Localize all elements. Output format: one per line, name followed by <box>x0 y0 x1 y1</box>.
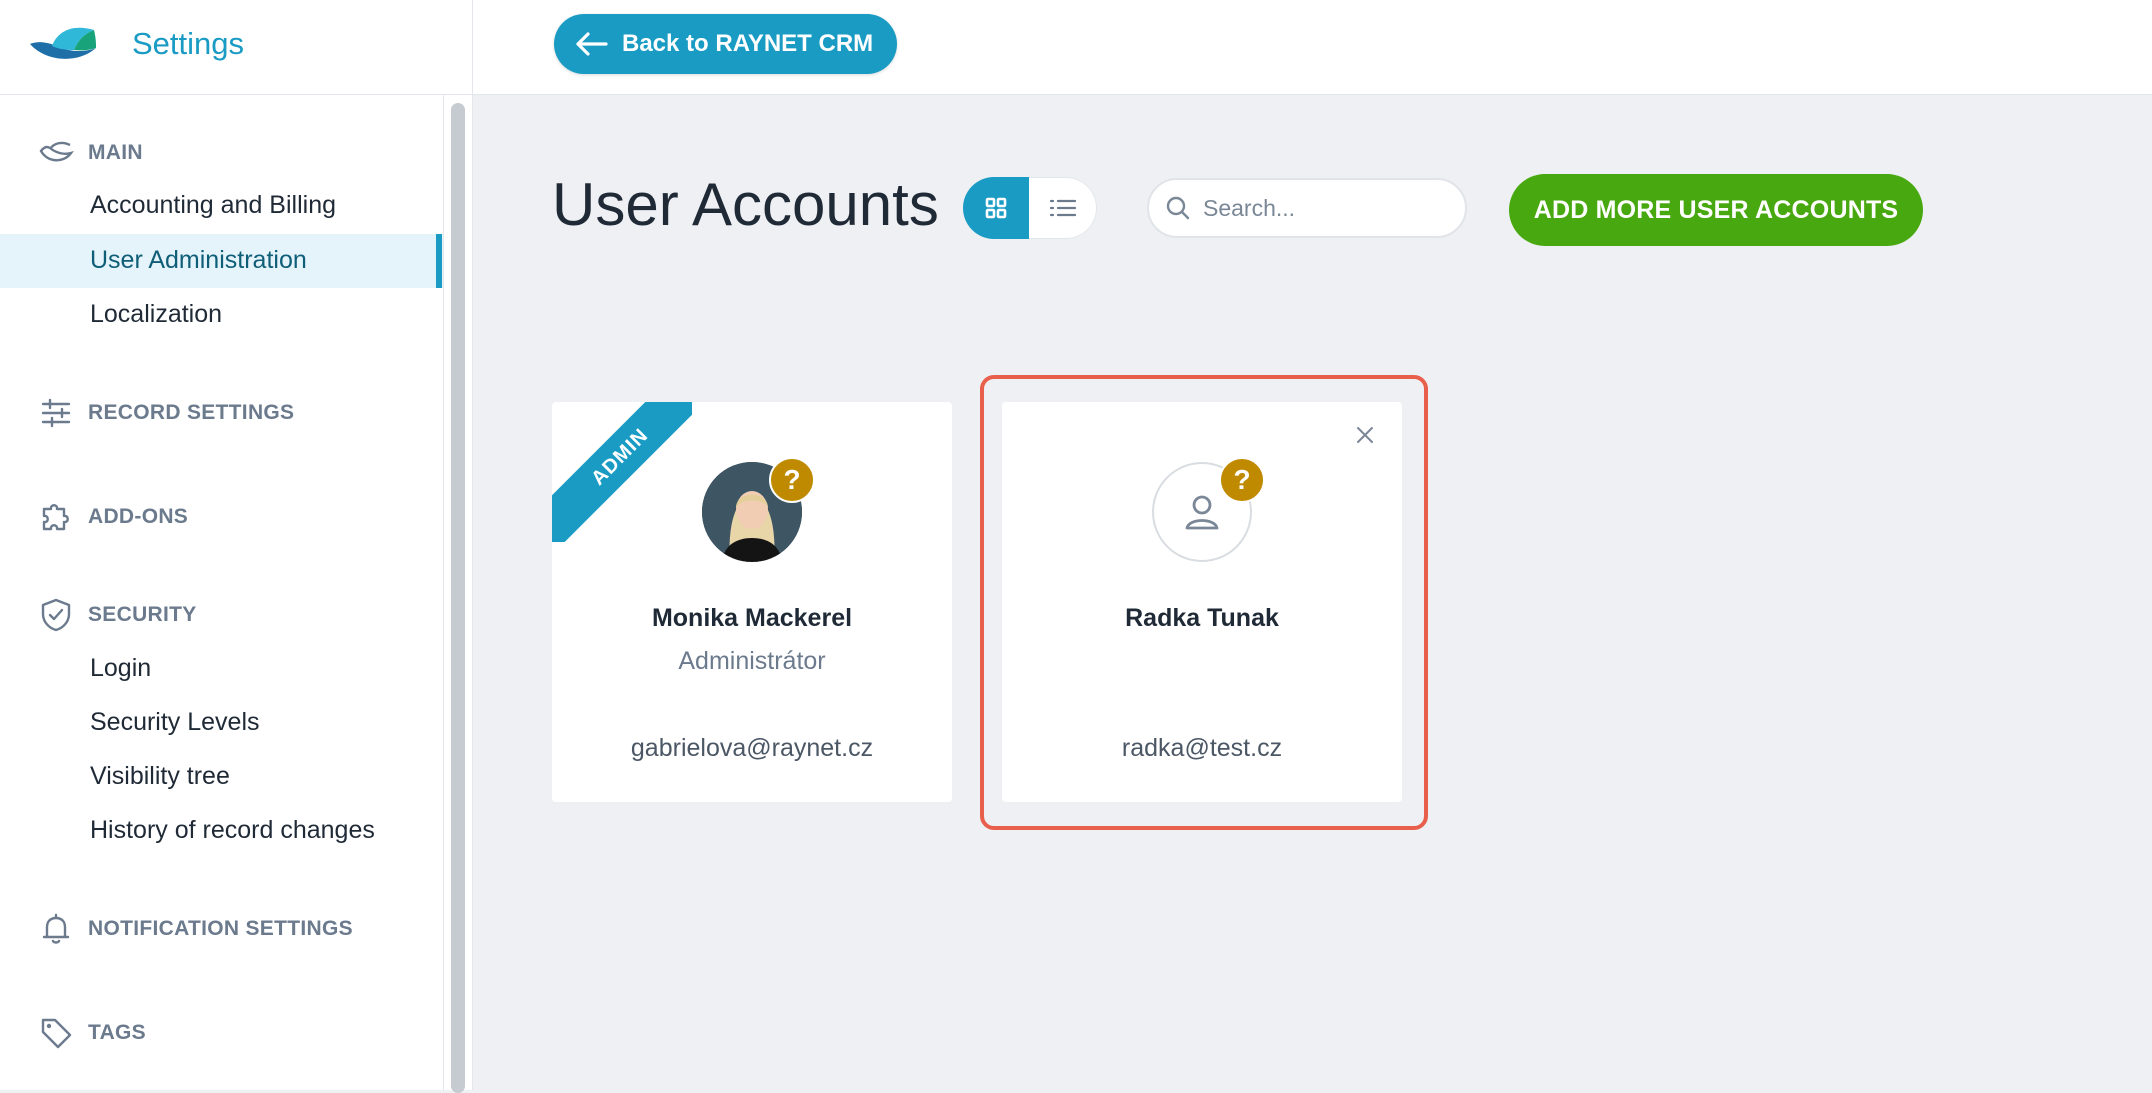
bell-icon <box>42 913 70 944</box>
sidebar-section-notification-settings[interactable]: NOTIFICATION SETTINGS <box>38 911 353 947</box>
sidebar-scrollbar-thumb[interactable] <box>451 103 465 1093</box>
app-title: Settings <box>132 26 245 61</box>
sidebar-section-record-settings[interactable]: RECORD SETTINGS <box>38 395 294 431</box>
sidebar-item-user-administration[interactable]: User Administration <box>90 246 307 275</box>
sidebar-item-accounting-billing[interactable]: Accounting and Billing <box>90 191 336 220</box>
grid-icon <box>985 197 1007 219</box>
sidebar-item-login[interactable]: Login <box>90 654 151 683</box>
back-button-label: Back to RAYNET CRM <box>622 30 874 57</box>
tag-icon <box>41 1018 72 1049</box>
raynet-mark-icon <box>39 141 74 162</box>
list-icon <box>1049 199 1077 217</box>
sidebar-section-tags[interactable]: TAGS <box>38 1015 146 1051</box>
search-input[interactable] <box>1201 193 1445 223</box>
add-user-accounts-button[interactable]: ADD MORE USER ACCOUNTS <box>1509 174 1923 246</box>
raynet-logo-icon[interactable] <box>28 22 98 64</box>
status-badge[interactable]: ? <box>769 457 815 503</box>
admin-ribbon: ADMIN <box>552 402 692 542</box>
puzzle-icon <box>42 504 69 531</box>
user-name: Monika Mackerel <box>651 604 853 632</box>
sidebar-item-visibility-tree[interactable]: Visibility tree <box>90 762 230 791</box>
highlight-frame <box>980 375 1428 830</box>
search-box <box>1147 178 1467 238</box>
admin-ribbon-wrap: ADMIN <box>552 402 692 542</box>
brand-area: Settings <box>0 0 473 95</box>
list-view-button[interactable] <box>1029 177 1097 239</box>
user-card[interactable]: ADMIN ? Monika Mackerel Administrátor ga… <box>552 402 952 802</box>
search-icon <box>1166 196 1190 220</box>
user-email: gabrielova@raynet.cz <box>630 734 874 762</box>
back-to-crm-button[interactable]: Back to RAYNET CRM <box>554 14 898 74</box>
view-toggle <box>963 177 1097 239</box>
user-role: Administrátor <box>678 647 826 675</box>
top-bar: Settings Back to RAYNET CRM <box>0 0 2152 95</box>
sidebar-section-security[interactable]: SECURITY <box>38 597 197 633</box>
sidebar-section-main[interactable]: MAIN <box>38 135 143 171</box>
sidebar-section-add-ons[interactable]: ADD-ONS <box>38 499 188 535</box>
arrow-left-icon <box>576 32 608 56</box>
page-title: User Accounts <box>552 171 939 238</box>
sidebar-item-security-levels[interactable]: Security Levels <box>90 708 260 737</box>
shield-check-icon <box>41 598 71 632</box>
sliders-icon <box>41 398 71 428</box>
sidebar-item-history-record-changes[interactable]: History of record changes <box>90 816 375 845</box>
sidebar-active-indicator <box>436 234 442 288</box>
grid-view-button[interactable] <box>963 177 1029 239</box>
sidebar-item-localization[interactable]: Localization <box>90 300 222 329</box>
